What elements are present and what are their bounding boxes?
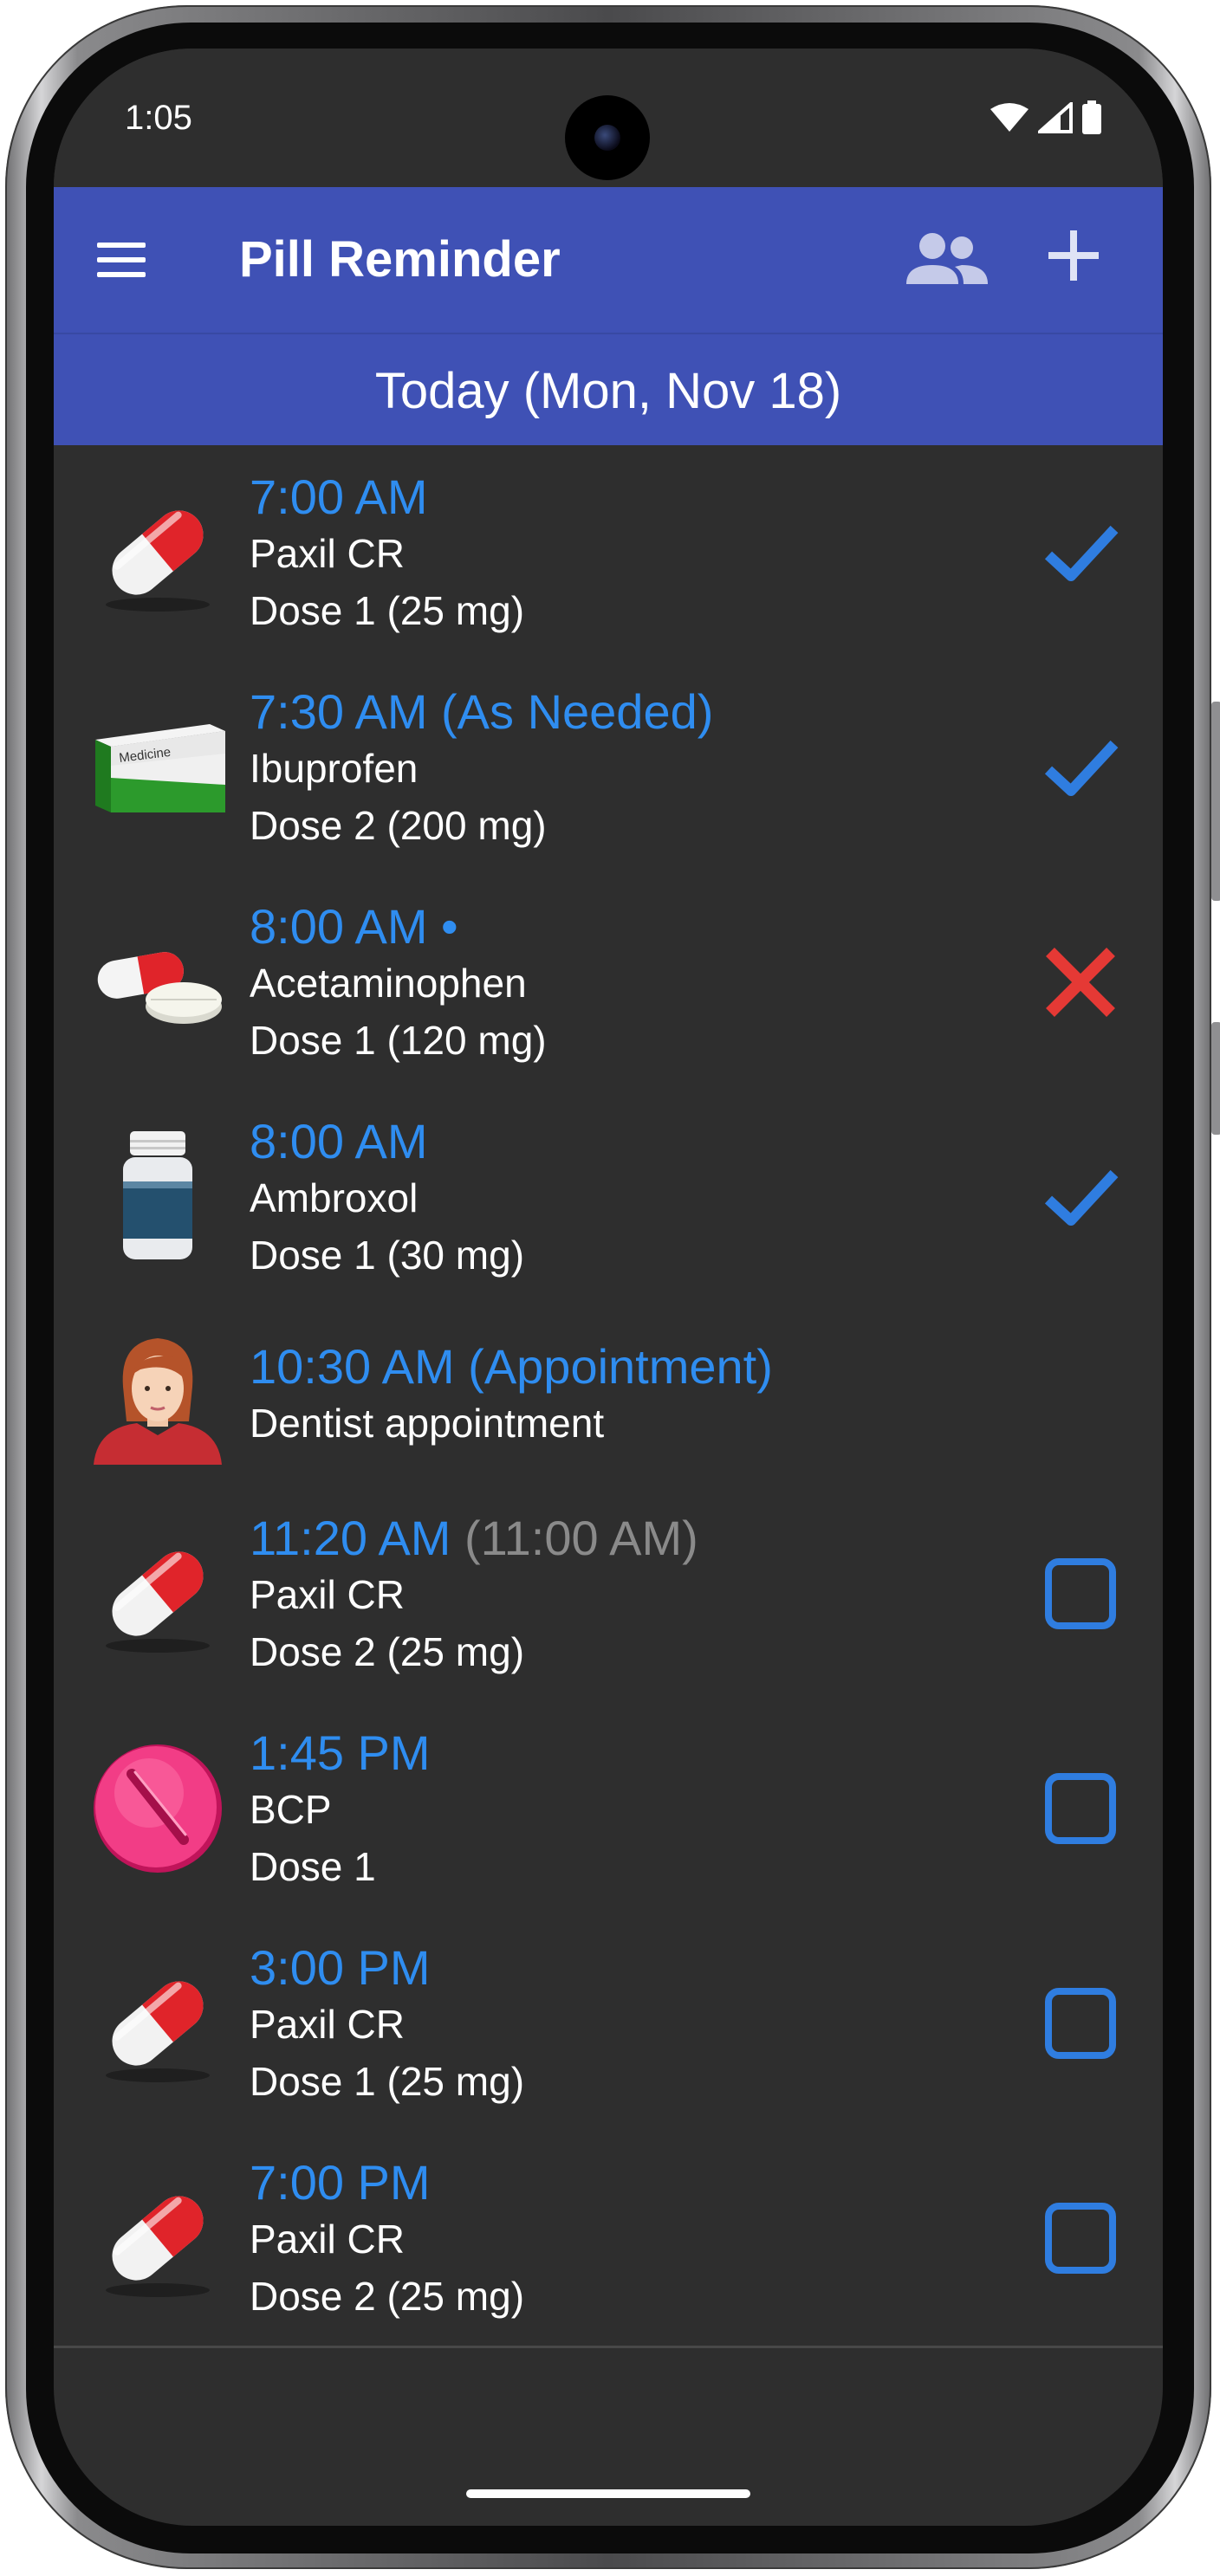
original-time: (11:00 AM) bbox=[464, 1511, 698, 1565]
battery-icon bbox=[1082, 100, 1101, 134]
dose-label: Dose 1 (25 mg) bbox=[250, 2059, 525, 2104]
dose-label: Dose 1 (120 mg) bbox=[250, 1018, 547, 1063]
check-icon[interactable] bbox=[1042, 728, 1119, 806]
reminder-row[interactable]: 8:00 AM Ambroxol Dose 1 (30 mg) bbox=[54, 1090, 1163, 1307]
reminder-row[interactable]: 1:45 PM BCP Dose 1 bbox=[54, 1701, 1163, 1919]
medicine-box-icon: Medicine bbox=[95, 724, 225, 812]
medication-name: Ambroxol bbox=[250, 1175, 419, 1220]
medication-name: BCP bbox=[250, 1787, 332, 1832]
checkbox-icon[interactable] bbox=[1042, 2199, 1119, 2277]
reminder-row[interactable]: 11:20 AM (11:00 AM) Paxil CR Dose 2 (25 … bbox=[54, 1486, 1163, 1704]
plus-icon[interactable] bbox=[1043, 225, 1104, 286]
pink-tablet-icon bbox=[94, 1744, 222, 1873]
dose-label: Dose 2 (200 mg) bbox=[250, 803, 547, 848]
cross-icon[interactable] bbox=[1042, 943, 1119, 1021]
reminder-time: 7:00 PM bbox=[250, 2155, 431, 2210]
reminder-row[interactable]: 7:00 PM Paxil CR Dose 2 (25 mg) bbox=[54, 2131, 1163, 2348]
bottle-icon bbox=[123, 1131, 192, 1259]
status-icons bbox=[990, 100, 1102, 135]
capsule-and-tablet-icon bbox=[97, 952, 222, 1024]
medication-name: Paxil CR bbox=[250, 531, 405, 576]
dose-label: Dose 1 (30 mg) bbox=[250, 1233, 525, 1278]
capsule-icon bbox=[106, 2196, 210, 2297]
date-header[interactable]: Today (Mon, Nov 18) bbox=[54, 333, 1163, 447]
reminder-time: 8:00 AM bbox=[250, 1114, 428, 1168]
capsule-icon bbox=[106, 510, 210, 612]
dose-label: Dose 2 (25 mg) bbox=[250, 1629, 525, 1674]
person-avatar-icon bbox=[94, 1338, 222, 1465]
home-indicator[interactable] bbox=[466, 2489, 750, 2498]
reminder-row[interactable]: 3:00 PM Paxil CR Dose 1 (25 mg) bbox=[54, 1916, 1163, 2133]
medication-name: Paxil CR bbox=[250, 2217, 405, 2262]
checkbox-icon[interactable] bbox=[1042, 1770, 1119, 1848]
reminder-time: 11:20 AM (11:00 AM) bbox=[250, 1511, 698, 1566]
status-time: 1:05 bbox=[125, 99, 192, 137]
capsule-icon bbox=[106, 1981, 210, 2082]
medication-name: Ibuprofen bbox=[250, 746, 419, 791]
reminder-row[interactable]: 10:30 AM (Appointment) Dentist appointme… bbox=[54, 1304, 1163, 1489]
front-camera bbox=[565, 95, 650, 180]
capsule-icon bbox=[106, 1551, 210, 1653]
app-title: Pill Reminder bbox=[239, 231, 561, 288]
medication-name: Paxil CR bbox=[250, 1572, 405, 1617]
checkbox-icon[interactable] bbox=[1042, 1984, 1119, 2062]
reminder-time: 7:00 AM bbox=[250, 469, 428, 524]
scheduled-time: 11:20 AM bbox=[250, 1511, 451, 1565]
reminder-time: 8:00 AM • bbox=[250, 899, 458, 954]
reminder-time: 3:00 PM bbox=[250, 1940, 431, 1995]
wifi-icon bbox=[990, 103, 1029, 132]
reminder-time: 1:45 PM bbox=[250, 1725, 431, 1780]
medication-name: Acetaminophen bbox=[250, 961, 527, 1006]
dose-label: Dose 1 bbox=[250, 1844, 376, 1889]
reminder-row[interactable]: 8:00 AM • Acetaminophen Dose 1 (120 mg) bbox=[54, 875, 1163, 1092]
cellular-signal-icon bbox=[1038, 102, 1073, 133]
power-button bbox=[1211, 1022, 1220, 1135]
volume-button bbox=[1211, 702, 1220, 901]
check-icon[interactable] bbox=[1042, 514, 1119, 592]
check-icon[interactable] bbox=[1042, 1158, 1119, 1236]
people-icon[interactable] bbox=[901, 230, 991, 291]
reminder-time: 7:30 AM (As Needed) bbox=[250, 684, 714, 739]
reminder-time: 10:30 AM (Appointment) bbox=[250, 1339, 773, 1394]
app-bar: Pill Reminder bbox=[54, 187, 1163, 333]
reminder-row[interactable]: Medicine 7:30 AM (As Needed) Ibuprofen D… bbox=[54, 660, 1163, 877]
hamburger-menu-icon[interactable] bbox=[97, 236, 146, 284]
appointment-name: Dentist appointment bbox=[250, 1401, 605, 1446]
dose-label: Dose 2 (25 mg) bbox=[250, 2274, 525, 2319]
dose-label: Dose 1 (25 mg) bbox=[250, 588, 525, 633]
status-bar: 1:05 bbox=[54, 49, 1163, 187]
medication-name: Paxil CR bbox=[250, 2002, 405, 2047]
checkbox-icon[interactable] bbox=[1042, 1555, 1119, 1633]
reminder-row[interactable]: 7:00 AM Paxil CR Dose 1 (25 mg) bbox=[54, 445, 1163, 663]
screen: 1:05 Pill Reminder Today (Mon, Nov 18) 7… bbox=[54, 49, 1163, 2526]
